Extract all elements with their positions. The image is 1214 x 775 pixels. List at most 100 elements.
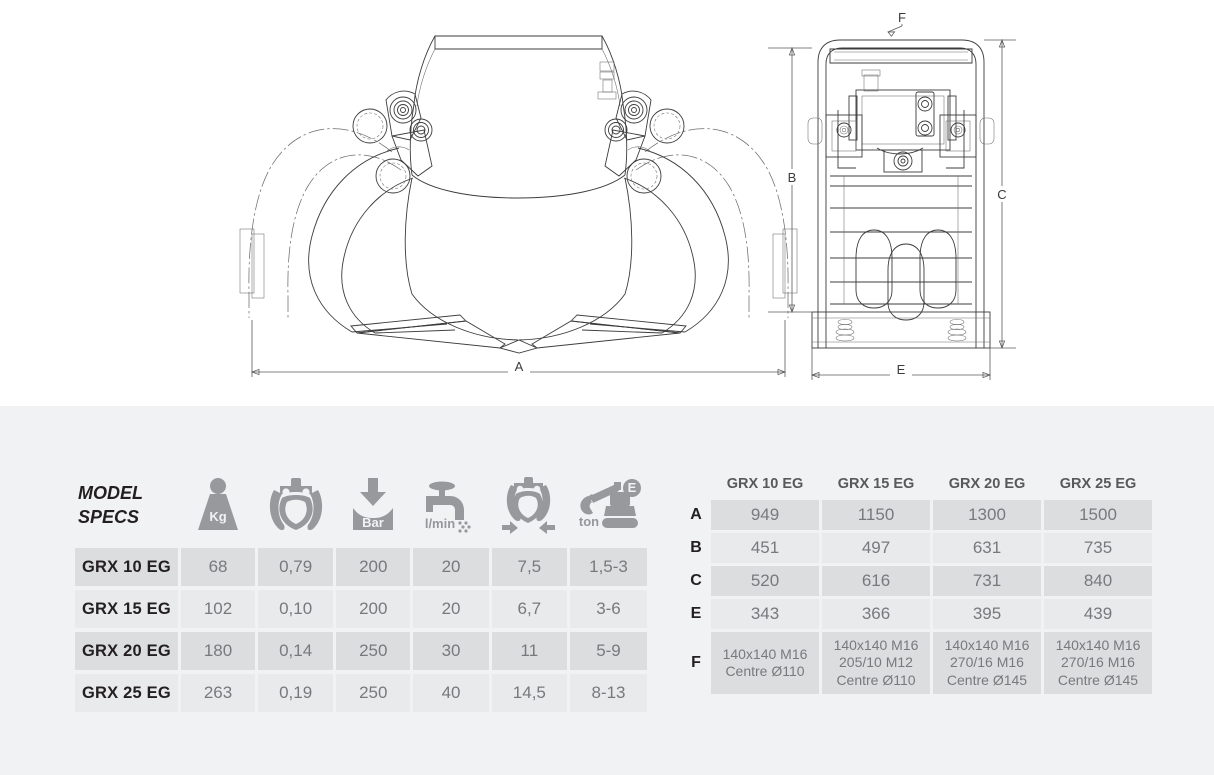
jaw-tips [350,314,687,354]
dimension-value-cell: 616 [822,566,930,596]
svg-text:Bar: Bar [362,515,384,530]
force-value-cell: 6,7 [491,590,567,628]
model-specs-table: MODEL SPECS Kg m² Bar l/min kN E ton GRX… [72,462,650,716]
dimensions-column-header: GRX 25 EG [1059,476,1137,492]
water-drops [458,521,471,533]
base-bolt-right [947,319,967,342]
grapple-head-housing [409,35,628,199]
pressure-value-cell: 200 [336,548,411,586]
dimension-label-f: F [898,10,906,25]
area-value-cell: 0,14 [258,632,334,670]
side-brackets [807,114,995,158]
base-plate [811,311,991,349]
right-pivot-cluster [604,90,685,194]
column-header-area: m² [258,466,333,544]
svg-text:ton: ton [579,514,599,529]
excavator-icon: E ton [579,479,642,529]
dimensions-table: GRX 10 EG GRX 15 EG GRX 20 EG GRX 25 EG … [681,468,1155,697]
table-row[interactable]: GRX 25 EG 263 0,19 250 40 14,5 8-13 [75,674,647,712]
dimension-value-cell: 731 [933,566,1041,596]
dimension-value-cell: 520 [711,566,819,596]
dimension-e: E [810,348,992,380]
hydraulic-fitting [597,61,617,100]
force-value-cell: 11 [491,632,567,670]
svg-text:l/min: l/min [425,516,455,531]
dimension-row-label: B [690,539,702,556]
left-pivot-cluster [352,90,433,194]
dimension-value-cell: 140x140 M16 205/10 M12 Centre Ø110 [822,632,930,694]
table-row[interactable]: F 140x140 M16 Centre Ø110 140x140 M16 20… [684,632,1152,694]
dimension-value-cell: 140x140 M16 270/16 M16 Centre Ø145 [933,632,1041,694]
tine-tips-side [855,229,957,321]
flow-value-cell: 30 [413,632,489,670]
area-value-cell: 0,79 [258,548,334,586]
grapple-side-view: F B C E [768,10,1016,380]
dimension-value-cell: 949 [711,500,819,530]
dimensions-column-header: GRX 20 EG [948,476,1026,492]
table-row[interactable]: E 343 366 395 439 [684,599,1152,629]
area-value-cell: 0,19 [258,674,334,712]
model-name-cell: GRX 15 EG [75,590,178,628]
model-specs-title-cell: MODEL SPECS [75,466,178,544]
technical-drawing-area: A F B C E [0,0,1214,406]
dimension-value-cell: 735 [1044,533,1152,563]
table-row[interactable]: GRX 15 EG 102 0,10 200 20 6,7 3-6 [75,590,647,628]
specifications-panel: MODEL SPECS Kg m² Bar l/min kN E ton GRX… [0,406,1214,775]
dimension-value-cell: 1300 [933,500,1041,530]
open-position-ghost-outline [248,128,789,318]
right-jaw [581,147,729,334]
dimension-value-cell: 439 [1044,599,1152,629]
dimension-row-label: C [690,572,702,589]
svg-text:Kg: Kg [209,509,226,524]
ghost-tine-tips [239,228,798,299]
weight-icon: Kg [198,478,239,530]
dimensions-column-header: GRX 15 EG [837,476,915,492]
force-value-cell: 14,5 [491,674,567,712]
dimension-value-cell: 343 [711,599,819,629]
model-name-cell: GRX 20 EG [75,632,178,670]
dimension-value-cell: 395 [933,599,1041,629]
dimension-label-e: E [897,362,906,377]
svg-text:E: E [628,480,637,495]
dimensions-header-row: GRX 10 EG GRX 15 EG GRX 20 EG GRX 25 EG [684,471,1152,497]
dimension-value-cell: 840 [1044,566,1152,596]
side-frame-arch [817,39,985,348]
dimension-label-a: A [515,359,524,374]
model-name-cell: GRX 10 EG [75,548,178,586]
dimension-f: F [887,10,906,37]
table-row[interactable]: C 520 616 731 840 [684,566,1152,596]
weight-value-cell: 102 [180,590,256,628]
dimension-a: A [250,320,787,377]
force-value-cell: 7,5 [491,548,567,586]
svg-text:kN: kN [520,500,537,515]
model-name-cell: GRX 25 EG [75,674,178,712]
table-row[interactable]: B 451 497 631 735 [684,533,1152,563]
grapple-front-view: A [239,35,798,377]
weight-value-cell: 263 [180,674,256,712]
carrier-value-cell: 8-13 [569,674,647,712]
column-header-flow: l/min [413,466,488,544]
carrier-value-cell: 5-9 [569,632,647,670]
table-row[interactable]: GRX 20 EG 180 0,14 250 30 11 5-9 [75,632,647,670]
pressure-value-cell: 250 [336,632,411,670]
dimension-label-c: C [997,187,1006,202]
model-specs-header-row: MODEL SPECS Kg m² Bar l/min kN E ton [75,466,647,544]
grapple-area-icon: m² [269,478,322,531]
pressure-value-cell: 250 [336,674,411,712]
dimension-value-cell: 140x140 M16 Centre Ø110 [711,632,819,694]
dimension-row-label: F [691,654,701,671]
column-header-carrier: E ton [570,466,647,544]
weight-value-cell: 180 [180,632,256,670]
left-jaw [308,147,456,334]
flow-value-cell: 20 [413,590,489,628]
table-row[interactable]: GRX 10 EG 68 0,79 200 20 7,5 1,5-3 [75,548,647,586]
model-specs-header: MODEL SPECS Kg m² Bar l/min kN E ton [75,466,647,544]
base-bolt-left [835,319,855,342]
dimension-b: B [768,46,812,314]
dimension-value-cell: 1150 [822,500,930,530]
table-row[interactable]: A 949 1150 1300 1500 [684,500,1152,530]
weight-value-cell: 68 [180,548,256,586]
grapple-body [404,177,633,341]
carrier-value-cell: 3-6 [569,590,647,628]
tine-rails [830,175,972,305]
